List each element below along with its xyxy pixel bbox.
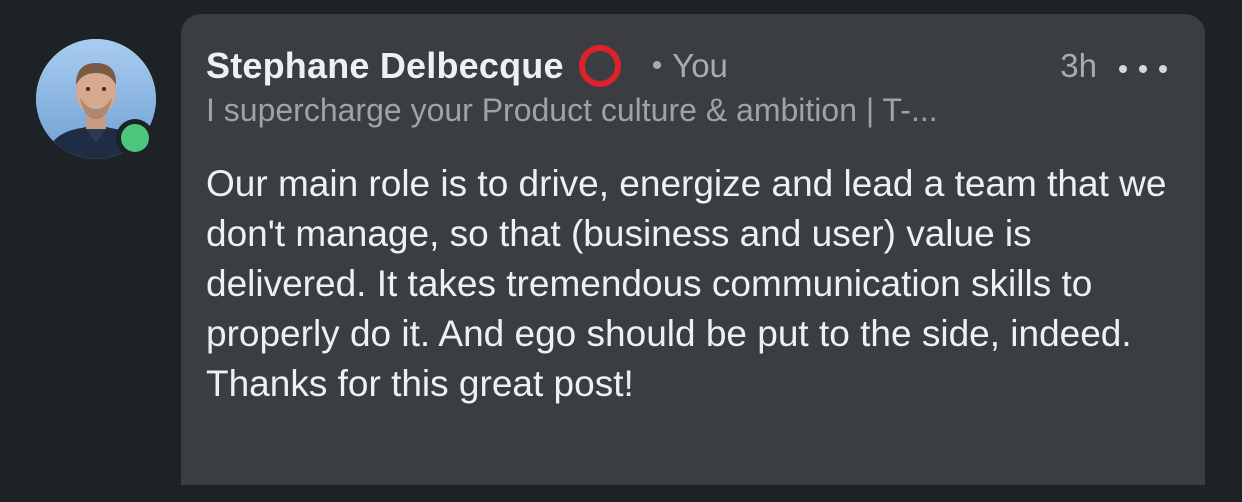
author-headline: I supercharge your Product culture & amb… xyxy=(206,92,938,128)
separator-dot: • xyxy=(651,49,663,82)
more-options-icon xyxy=(1159,65,1167,73)
more-options-icon xyxy=(1139,65,1147,73)
more-options-button[interactable] xyxy=(1119,51,1167,87)
comment-timestamp: 3h xyxy=(1060,47,1097,84)
author-avatar[interactable] xyxy=(36,39,156,159)
comment-body: Our main role is to drive, energize and … xyxy=(206,163,1167,404)
comment-thread: Stephane Delbecque • You 3h I supercharg… xyxy=(0,0,1242,502)
more-options-icon xyxy=(1119,65,1127,73)
comment-bubble: Stephane Delbecque • You 3h I supercharg… xyxy=(181,14,1205,485)
online-status-indicator xyxy=(116,119,154,157)
open-to-work-circle-icon xyxy=(576,42,624,90)
author-name[interactable]: Stephane Delbecque xyxy=(206,45,564,87)
relationship-label: You xyxy=(672,47,728,84)
comment-header: Stephane Delbecque • You 3h xyxy=(206,43,1185,89)
online-dot-icon xyxy=(121,124,149,152)
